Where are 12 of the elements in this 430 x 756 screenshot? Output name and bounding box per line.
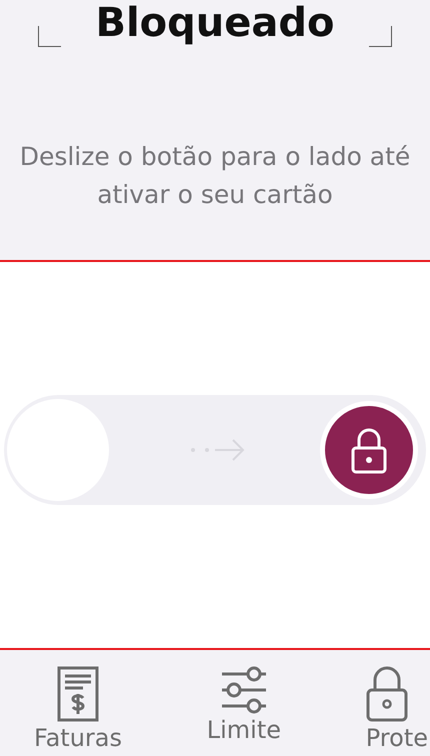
sliders-icon <box>220 666 268 714</box>
padlock-icon <box>366 666 408 722</box>
screen-title: Bloqueado <box>95 0 335 48</box>
nav-tab[interactable]: Faturas <box>34 650 122 756</box>
arrow-icon <box>189 438 245 462</box>
corner-bracket-icon <box>368 26 392 47</box>
corner-bracket-icon <box>38 26 62 47</box>
nav-tab[interactable]: Limite <box>206 650 282 756</box>
nav-tab[interactable]: Prote <box>366 650 428 756</box>
padlock-icon <box>349 426 389 474</box>
invoice-icon <box>57 666 99 722</box>
instruction-text: Deslize o botão para o lado até ativar o seu cartão <box>18 141 412 211</box>
